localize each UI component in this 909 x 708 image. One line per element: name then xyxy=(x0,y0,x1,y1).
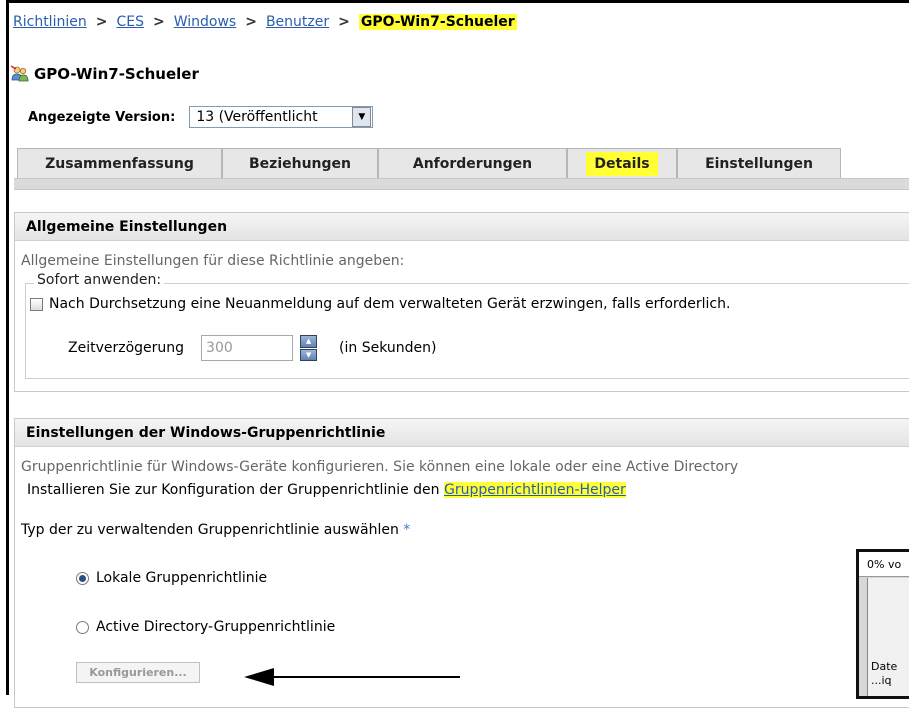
gpo-settings-section: Einstellungen der Windows-Gruppenrichtli… xyxy=(14,418,909,708)
breadcrumb-separator: > xyxy=(95,14,108,30)
tab-bar: Zusammenfassung Beziehungen Anforderunge… xyxy=(17,148,841,178)
annotation-arrow-line xyxy=(270,676,460,678)
radio-local[interactable] xyxy=(76,571,89,585)
breadcrumb-separator: > xyxy=(338,14,350,30)
breadcrumb-link-benutzer[interactable]: Benutzer xyxy=(266,14,329,30)
radio-local-row[interactable]: Lokale Gruppenrichtlinie xyxy=(76,570,267,586)
version-row: Angezeigte Version: 13 (Veröffentlicht ▼ xyxy=(28,106,374,128)
required-mark: * xyxy=(403,522,411,538)
progress-dialog: 0% vo Date ...iq xyxy=(856,549,909,699)
radio-ad-row[interactable]: Active Directory-Gruppenrichtlinie xyxy=(76,619,335,635)
tab-label: Details xyxy=(586,151,658,176)
breadcrumb-separator: > xyxy=(152,14,165,30)
tab-label: Einstellungen xyxy=(705,155,813,172)
install-helper-text: Installieren Sie zur Konfiguration der G… xyxy=(27,482,440,498)
tab-label: Beziehungen xyxy=(249,155,351,172)
tab-label: Zusammenfassung xyxy=(45,155,194,172)
delay-unit: (in Sekunden) xyxy=(339,340,437,356)
chevron-down-icon[interactable]: ▼ xyxy=(352,107,372,127)
tab-label: Anforderungen xyxy=(412,155,533,172)
relogin-checkbox-label: Nach Durchsetzung eine Neuanmeldung auf … xyxy=(49,296,731,312)
spin-down-icon[interactable]: ▼ xyxy=(300,348,318,361)
dialog-body: Date ...iq xyxy=(867,578,909,696)
tab-details[interactable]: Details xyxy=(567,148,677,178)
section-description: Gruppenrichtlinie für Windows-Geräte kon… xyxy=(21,459,739,475)
radio-active-directory[interactable] xyxy=(76,620,89,634)
apply-now-fieldset: Sofort anwenden: Nach Durchsetzung eine … xyxy=(25,272,909,379)
breadcrumb-link-windows[interactable]: Windows xyxy=(174,14,237,30)
page-title: GPO-Win7-Schueler xyxy=(34,65,199,83)
dialog-text-date: Date xyxy=(871,660,898,673)
delay-spinner[interactable]: ▲ ▼ xyxy=(300,335,318,361)
breadcrumb-link-ces[interactable]: CES xyxy=(116,14,144,30)
tab-zusammenfassung[interactable]: Zusammenfassung xyxy=(17,148,222,178)
tab-anforderungen[interactable]: Anforderungen xyxy=(378,148,567,178)
section-description: Allgemeine Einstellungen für diese Richt… xyxy=(21,253,405,269)
gpo-helper-link[interactable]: Gruppenrichtlinien-Helper xyxy=(443,482,626,498)
fieldset-legend: Sofort anwenden: xyxy=(34,272,165,288)
spin-up-icon[interactable]: ▲ xyxy=(300,335,318,348)
relogin-checkbox[interactable] xyxy=(30,297,43,311)
version-select-value: 13 (Veröffentlicht xyxy=(196,109,318,125)
general-settings-section: Allgemeine Einstellungen Allgemeine Eins… xyxy=(14,212,909,392)
configure-button[interactable]: Konfigurieren... xyxy=(76,662,200,683)
tab-einstellungen[interactable]: Einstellungen xyxy=(677,148,841,178)
type-label: Typ der zu verwaltenden Gruppenrichtlini… xyxy=(21,522,399,538)
tab-beziehungen[interactable]: Beziehungen xyxy=(222,148,378,178)
relogin-row: Nach Durchsetzung eine Neuanmeldung auf … xyxy=(30,296,730,312)
user-group-icon xyxy=(10,65,30,83)
breadcrumb-current: GPO-Win7-Schueler xyxy=(358,14,517,30)
page-title-row: GPO-Win7-Schueler xyxy=(10,65,199,83)
version-select[interactable]: 13 (Veröffentlicht ▼ xyxy=(189,106,374,128)
delay-label: Zeitverzögerung xyxy=(68,340,185,356)
breadcrumb: Richtlinien > CES > Windows > Benutzer > GPO-Win… xyxy=(13,14,517,30)
install-helper-row: Installieren Sie zur Konfiguration der G… xyxy=(27,482,626,498)
type-label-row: Typ der zu verwaltenden Gruppenrichtlini… xyxy=(21,522,410,538)
tab-underline xyxy=(14,178,909,190)
section-header: Einstellungen der Windows-Gruppenrichtli… xyxy=(15,419,909,447)
delay-row: Zeitverzögerung 300 ▲ ▼ (in Sekunden) xyxy=(68,335,436,361)
radio-local-label: Lokale Gruppenrichtlinie xyxy=(96,570,268,586)
dialog-title: 0% vo xyxy=(859,552,909,577)
section-header: Allgemeine Einstellungen xyxy=(15,213,909,241)
dialog-text: ...iq xyxy=(871,674,892,687)
breadcrumb-link-richtlinien[interactable]: Richtlinien xyxy=(13,14,87,30)
version-label: Angezeigte Version: xyxy=(28,109,176,125)
radio-ad-label: Active Directory-Gruppenrichtlinie xyxy=(96,619,336,635)
breadcrumb-separator: > xyxy=(245,14,257,30)
delay-input[interactable]: 300 xyxy=(201,335,294,361)
